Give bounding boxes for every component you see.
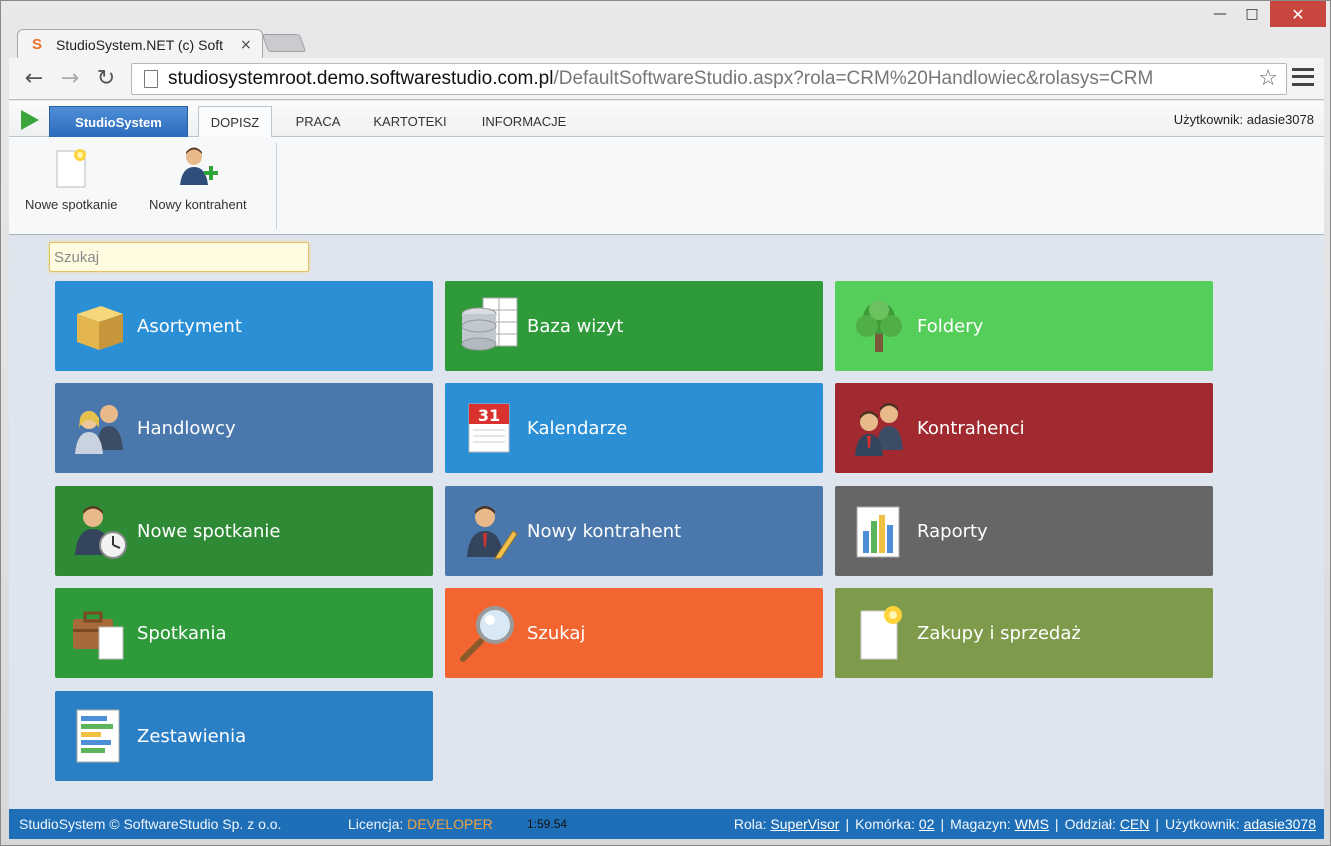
briefcase-icon <box>73 611 124 660</box>
tile-label: Raporty <box>917 520 988 542</box>
tab-title: StudioSystem.NET (c) Soft <box>56 36 224 53</box>
list-icon <box>76 709 120 763</box>
copyright-text: StudioSystem © SoftwareStudio Sp. z o.o. <box>19 816 282 832</box>
user-edit-icon <box>467 506 518 560</box>
tile-label: Baza wizyt <box>527 315 624 337</box>
bookmark-star-icon[interactable]: ☆ <box>1258 66 1278 91</box>
tile-foldery[interactable]: Foldery <box>835 281 1213 371</box>
ribbon-new-contractor-button[interactable]: Nowy kontrahent <box>149 145 247 212</box>
tile-label: Kontrahenci <box>917 417 1025 439</box>
tile-handlowcy[interactable]: Handlowcy <box>55 383 433 473</box>
browser-toolbar: ← → ↻ studiosystemroot.demo.softwarestud… <box>9 58 1324 100</box>
contacts-icon <box>855 403 903 456</box>
user-label: Użytkownik: <box>1165 816 1240 832</box>
database-icon <box>461 297 518 351</box>
tile-label: Handlowcy <box>137 417 236 439</box>
tile-label: Spotkania <box>137 622 227 644</box>
page-icon <box>144 70 158 88</box>
tile-spotkania[interactable]: Spotkania <box>55 588 433 678</box>
tile-nowe-spotkanie[interactable]: Nowe spotkanie <box>55 486 433 576</box>
ribbon-new-meeting-button[interactable]: Nowe spotkanie <box>25 145 118 212</box>
cell-link[interactable]: 02 <box>919 816 935 832</box>
tab-dopisz[interactable]: DOPISZ <box>198 106 272 138</box>
tab-informacje[interactable]: INFORMACJE <box>471 106 577 137</box>
new-tab-button[interactable] <box>261 34 307 52</box>
browser-tab[interactable]: S StudioSystem.NET (c) Soft × <box>17 29 263 59</box>
tile-label: Zestawienia <box>137 725 247 747</box>
ribbon-tab-bar: StudioSystem DOPISZ PRACA KARTOTEKI INFO… <box>9 101 1324 138</box>
tile-kalendarze[interactable]: 31 Kalendarze <box>445 383 823 473</box>
tile-label: Foldery <box>917 315 984 337</box>
tile-asortyment[interactable]: Asortyment <box>55 281 433 371</box>
calendar-day: 31 <box>478 406 500 425</box>
users-icon <box>75 405 123 454</box>
browser-window: S StudioSystem.NET (c) Soft × — □ ✕ ← → … <box>0 0 1331 846</box>
url-path: /DefaultSoftwareStudio.aspx?rola=CRM%20H… <box>553 68 1154 89</box>
tile-label: Asortyment <box>137 315 242 337</box>
license-label: Licencja: <box>348 816 404 832</box>
current-user: Użytkownik: adasie3078 <box>1173 112 1314 127</box>
tab-praca[interactable]: PRACA <box>281 106 355 137</box>
tab-close-icon[interactable]: × <box>240 37 252 53</box>
tile-baza-wizyt[interactable]: Baza wizyt <box>445 281 823 371</box>
report-icon <box>856 506 900 558</box>
tile-label: Kalendarze <box>527 417 628 439</box>
new-document-icon <box>56 149 87 188</box>
address-bar[interactable]: studiosystemroot.demo.softwarestudio.com… <box>131 63 1287 95</box>
maximize-icon[interactable]: □ <box>1237 1 1267 27</box>
tile-label: Zakupy i sprzedaż <box>917 622 1081 644</box>
app-menu-button[interactable]: StudioSystem <box>49 106 188 137</box>
tile-nowy-kontrahent[interactable]: Nowy kontrahent <box>445 486 823 576</box>
reload-icon[interactable]: ↻ <box>93 66 119 92</box>
warehouse-link[interactable]: WMS <box>1015 816 1049 832</box>
tile-label: Nowy kontrahent <box>527 520 682 542</box>
ribbon-button-label: Nowe spotkanie <box>25 197 118 212</box>
branch-label: Oddział: <box>1064 816 1116 832</box>
box-icon <box>77 306 123 350</box>
close-window-icon[interactable]: ✕ <box>1270 1 1326 27</box>
ribbon-panel: Nowe spotkanie Nowy kontrahent <box>9 137 1324 235</box>
play-icon[interactable] <box>21 110 39 130</box>
back-arrow-icon[interactable]: ← <box>21 66 47 92</box>
role-label: Rola: <box>733 816 767 832</box>
document-icon <box>860 606 902 660</box>
role-link[interactable]: SuperVisor <box>770 816 839 832</box>
search-input[interactable] <box>49 242 309 272</box>
tile-kontrahenci[interactable]: Kontrahenci <box>835 383 1213 473</box>
favicon-icon: S <box>32 35 43 53</box>
tile-zakupy-i-sprzedaz[interactable]: Zakupy i sprzedaż <box>835 588 1213 678</box>
cell-label: Komórka: <box>855 816 915 832</box>
tab-kartoteki[interactable]: KARTOTEKI <box>365 106 455 137</box>
browser-menu-icon[interactable] <box>1292 66 1314 88</box>
tile-szukaj[interactable]: Szukaj <box>445 588 823 678</box>
calendar-icon: 31 <box>468 403 510 453</box>
tile-zestawienia[interactable]: Zestawienia <box>55 691 433 781</box>
minimize-icon[interactable]: — <box>1205 1 1235 27</box>
tile-label: Szukaj <box>527 622 586 644</box>
session-time: 1:59.54 <box>527 817 568 831</box>
warehouse-label: Magazyn: <box>950 816 1011 832</box>
tile-label: Nowe spotkanie <box>137 520 281 542</box>
ribbon-button-label: Nowy kontrahent <box>149 197 247 212</box>
forward-arrow-icon[interactable]: → <box>57 66 83 92</box>
add-user-icon <box>179 147 218 185</box>
license-value: DEVELOPER <box>407 816 493 832</box>
user-link[interactable]: adasie3078 <box>1244 816 1316 832</box>
context-info: Rola: SuperVisor | Komórka: 02 | Magazyn: WM… <box>733 816 1316 832</box>
url-host: studiosystemroot.demo.softwarestudio.com… <box>168 68 554 89</box>
license-info: Licencja: DEVELOPER <box>348 816 493 832</box>
status-bar: StudioSystem © SoftwareStudio Sp. z o.o.… <box>9 809 1324 839</box>
title-bar: S StudioSystem.NET (c) Soft × — □ ✕ <box>1 1 1330 59</box>
tile-raporty[interactable]: Raporty <box>835 486 1213 576</box>
tree-icon <box>856 300 902 352</box>
magnifier-icon <box>460 606 514 662</box>
user-clock-icon <box>75 506 127 559</box>
app-area: StudioSystem DOPISZ PRACA KARTOTEKI INFO… <box>9 101 1324 839</box>
branch-link[interactable]: CEN <box>1120 816 1150 832</box>
ribbon-separator <box>276 143 277 229</box>
